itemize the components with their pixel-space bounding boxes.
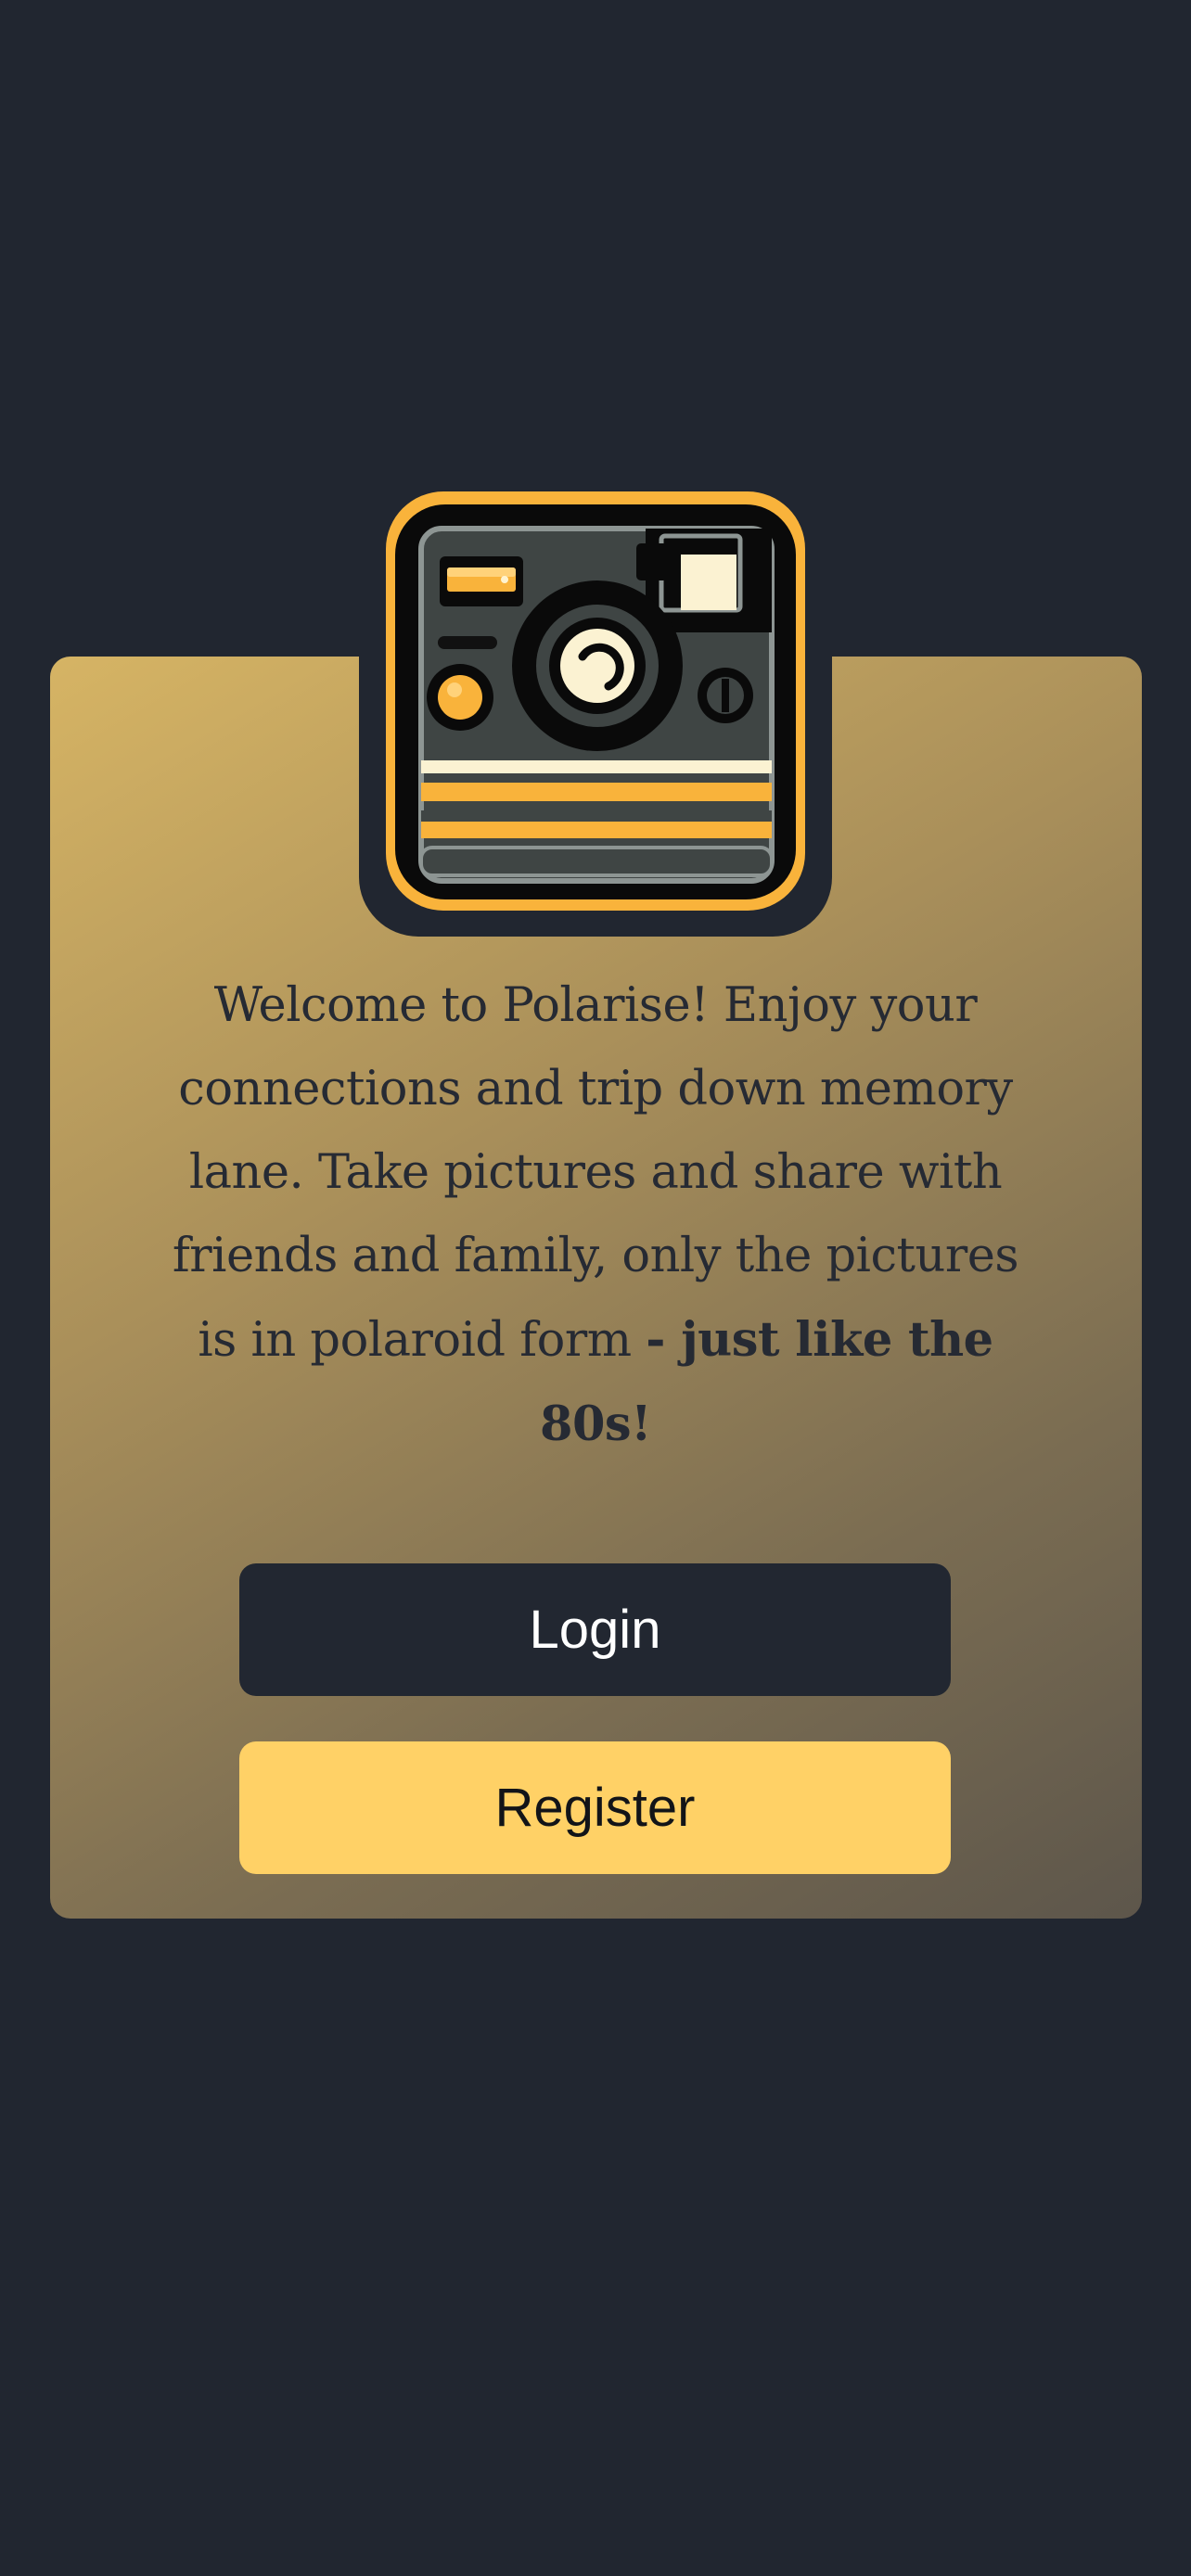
welcome-message: Welcome to Polarise! Enjoy your connecti… bbox=[167, 964, 1024, 1467]
polaroid-camera-icon bbox=[386, 491, 805, 911]
welcome-text: Welcome to Polarise! Enjoy your connecti… bbox=[172, 978, 1019, 1368]
register-button[interactable]: Register bbox=[239, 1741, 951, 1874]
login-button[interactable]: Login bbox=[239, 1563, 951, 1696]
